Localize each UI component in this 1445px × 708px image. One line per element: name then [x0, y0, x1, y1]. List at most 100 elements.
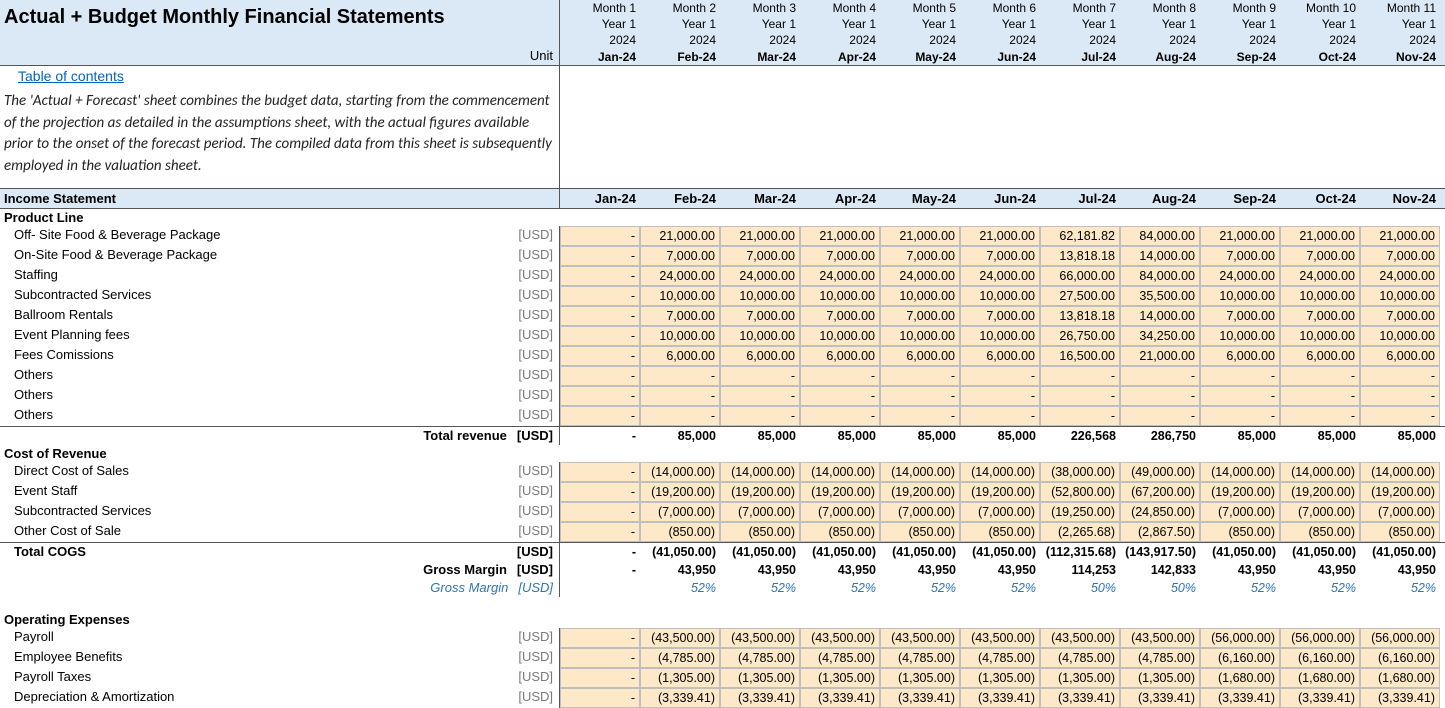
cell: 114,253 [1040, 561, 1120, 579]
cell: 10,000.00 [720, 286, 800, 306]
header: Actual + Budget Monthly Financial Statem… [0, 0, 1445, 66]
cell: (112,315.68) [1040, 543, 1120, 561]
product-line-row: Staffing[USD]-24,000.0024,000.0024,000.0… [0, 266, 1445, 286]
month-col-header: Sep-24 [1200, 189, 1280, 208]
cell: - [880, 366, 960, 386]
month-col-header: Oct-24 [1280, 189, 1360, 208]
cell: 27,500.00 [1040, 286, 1120, 306]
cell: 226,568 [1040, 427, 1120, 445]
cell: (14,000.00) [1280, 462, 1360, 482]
cell: (7,000.00) [1360, 502, 1440, 522]
cell: 7,000.00 [880, 306, 960, 326]
cell: - [960, 406, 1040, 426]
cell: (143,917.50) [1120, 543, 1200, 561]
cell: (1,680.00) [1360, 668, 1440, 688]
line-label: Subcontracted Services [14, 502, 151, 522]
cell: 84,000.00 [1120, 266, 1200, 286]
cell: (1,305.00) [880, 668, 960, 688]
cell: 52% [1360, 579, 1440, 597]
cell: - [560, 427, 640, 445]
cell: 10,000.00 [1200, 286, 1280, 306]
cell: - [560, 406, 640, 426]
description-row: The 'Actual + Forecast' sheet combines t… [0, 87, 1445, 188]
cell: 10,000.00 [640, 286, 720, 306]
gross-margin-row: Gross Margin [USD] -43,95043,95043,95043… [0, 561, 1445, 579]
cell: 24,000.00 [720, 266, 800, 286]
month-col-header: Jan-24 [560, 189, 640, 208]
cell: - [560, 482, 640, 502]
cell: 43,950 [1280, 561, 1360, 579]
cell: 62,181.82 [1040, 226, 1120, 246]
cell: (14,000.00) [880, 462, 960, 482]
cell: 21,000.00 [880, 226, 960, 246]
cell: - [560, 246, 640, 266]
cell: 21,000.00 [720, 226, 800, 246]
cell: (4,785.00) [640, 648, 720, 668]
cell: 21,000.00 [640, 226, 720, 246]
cell: 10,000.00 [720, 326, 800, 346]
cell: - [1280, 406, 1360, 426]
line-unit: [USD] [518, 326, 553, 346]
month-header: Month 3Year 12024Mar-24 [720, 0, 800, 65]
cell: 7,000.00 [1280, 306, 1360, 326]
product-line-row: Others[USD]----------- [0, 366, 1445, 386]
line-unit: [USD] [518, 266, 553, 286]
cell: 7,000.00 [960, 306, 1040, 326]
cell: (43,500.00) [880, 628, 960, 648]
cell: (850.00) [880, 522, 960, 542]
cell: (1,305.00) [1120, 668, 1200, 688]
cell: (3,339.41) [640, 688, 720, 708]
line-unit: [USD] [518, 668, 553, 688]
cell: (41,050.00) [880, 543, 960, 561]
cell: 7,000.00 [640, 306, 720, 326]
cell: 21,000.00 [960, 226, 1040, 246]
cell: 85,000 [800, 427, 880, 445]
cell: (7,000.00) [800, 502, 880, 522]
cell: - [560, 286, 640, 306]
cell: 52% [800, 579, 880, 597]
description-text: The 'Actual + Forecast' sheet combines t… [0, 87, 559, 188]
cell: - [560, 266, 640, 286]
month-header: Month 2Year 12024Feb-24 [640, 0, 720, 65]
cell: - [1040, 386, 1120, 406]
cell: 52% [880, 579, 960, 597]
cell [560, 579, 640, 597]
line-unit: [USD] [518, 246, 553, 266]
toc-link[interactable]: Table of contents [14, 66, 128, 87]
cell: (19,200.00) [1280, 482, 1360, 502]
cell: 85,000 [1200, 427, 1280, 445]
cell: 7,000.00 [800, 306, 880, 326]
cell: 7,000.00 [1280, 246, 1360, 266]
income-statement-header: Income Statement Jan-24Feb-24Mar-24Apr-2… [0, 188, 1445, 209]
cell: (4,785.00) [880, 648, 960, 668]
cell: 85,000 [1360, 427, 1440, 445]
cell: 34,250.00 [1120, 326, 1200, 346]
cell: (1,680.00) [1200, 668, 1280, 688]
cell: 7,000.00 [1360, 306, 1440, 326]
cost-line-row: Direct Cost of Sales[USD]-(14,000.00)(14… [0, 462, 1445, 482]
cell: (43,500.00) [1120, 628, 1200, 648]
line-label: Payroll [14, 628, 54, 648]
month-header: Month 1Year 12024Jan-24 [560, 0, 640, 65]
cell: (850.00) [1360, 522, 1440, 542]
cell: - [960, 366, 1040, 386]
cell: (19,200.00) [1200, 482, 1280, 502]
cell: (1,305.00) [800, 668, 880, 688]
cell: 24,000.00 [1200, 266, 1280, 286]
cell: (1,305.00) [960, 668, 1040, 688]
product-line-row: On-Site Food & Beverage Package[USD]-7,0… [0, 246, 1445, 266]
gross-margin-pct-row: Gross Margin [USD] 52%52%52%52%52%50%50%… [0, 579, 1445, 597]
opex-line-row: Employee Benefits[USD]-(4,785.00)(4,785.… [0, 648, 1445, 668]
cell: 66,000.00 [1040, 266, 1120, 286]
cell: (14,000.00) [1360, 462, 1440, 482]
total-cogs-label: Total COGS [14, 543, 86, 561]
cell: (4,785.00) [960, 648, 1040, 668]
cell: (19,200.00) [720, 482, 800, 502]
line-label: Other Cost of Sale [14, 522, 121, 542]
cell: (19,200.00) [640, 482, 720, 502]
month-header: Month 6Year 12024Jun-24 [960, 0, 1040, 65]
cell: - [560, 668, 640, 688]
cell: (1,305.00) [640, 668, 720, 688]
total-revenue-row: Total revenue [USD] -85,00085,00085,0008… [0, 426, 1445, 445]
cell: (41,050.00) [1280, 543, 1360, 561]
